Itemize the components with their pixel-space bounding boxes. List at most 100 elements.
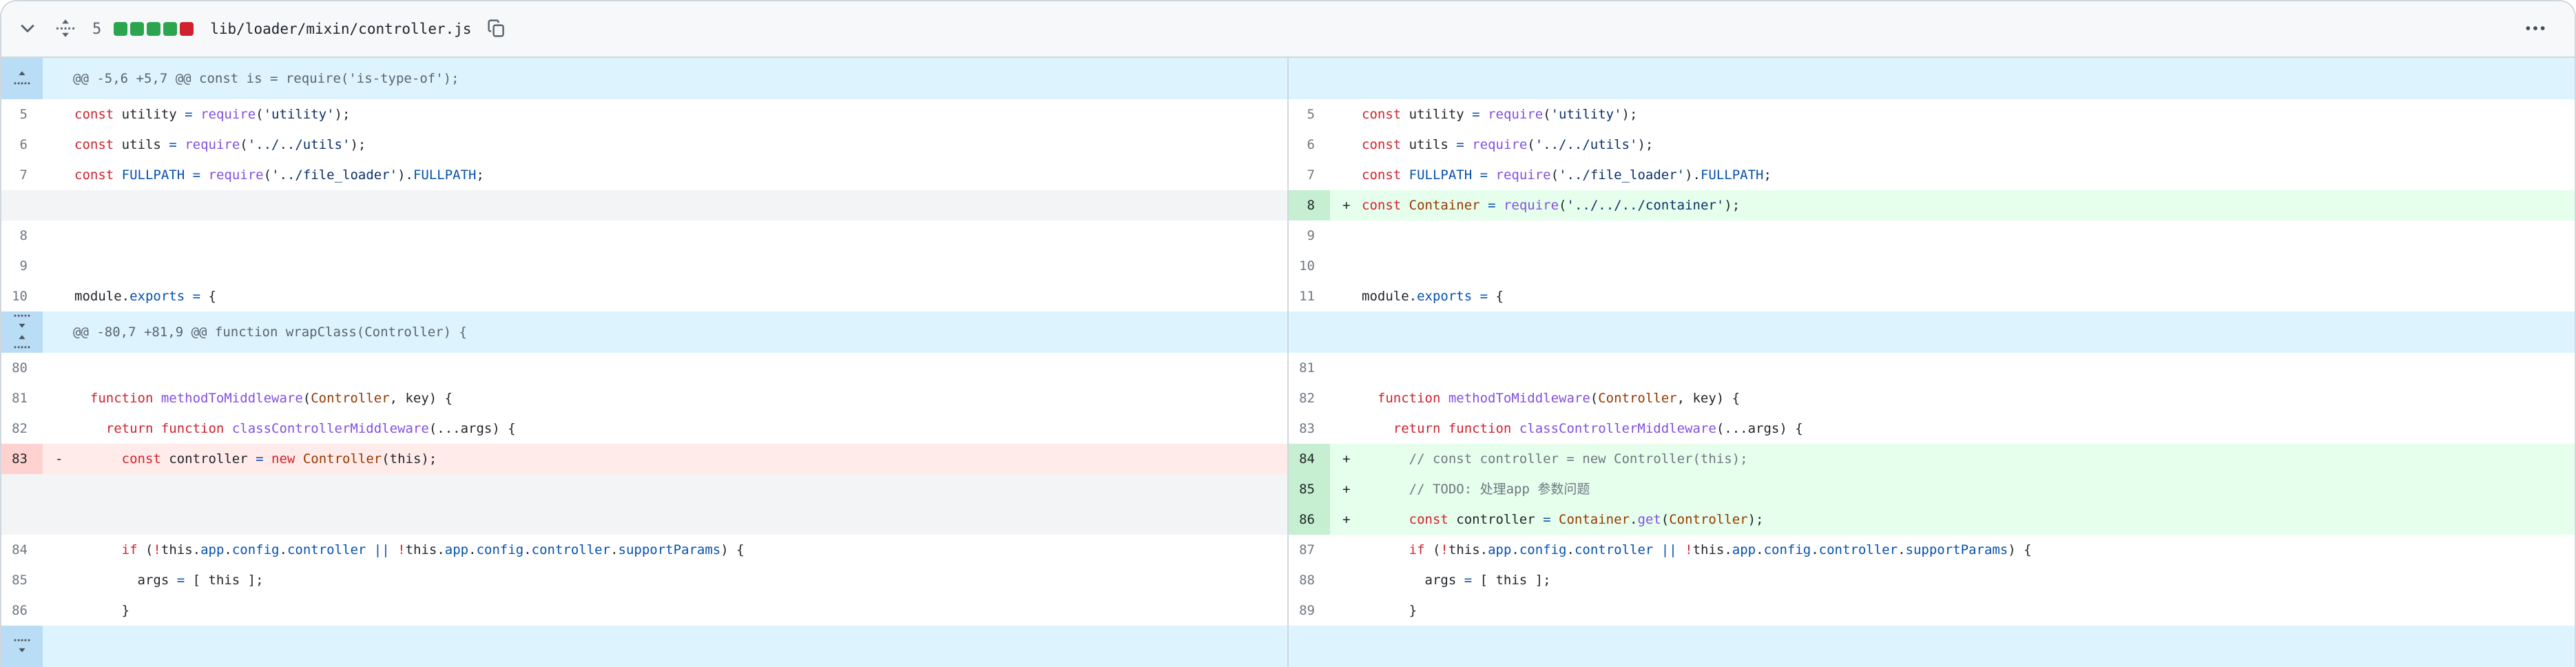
code-token: Controller	[1669, 512, 1747, 527]
collapse-file-button[interactable]	[15, 16, 40, 43]
code-token: (this);	[382, 451, 437, 466]
line-number[interactable]: 82	[1289, 383, 1330, 413]
code-token: (	[1551, 167, 1559, 183]
code-token: (	[1661, 512, 1669, 527]
left-pane	[1, 474, 1287, 504]
code-token: =	[1472, 107, 1479, 122]
expand-down-button[interactable]	[1, 626, 43, 667]
code-token: FULLPATH	[1701, 167, 1764, 183]
line-number[interactable]: 10	[1, 281, 43, 311]
line-number[interactable]: 89	[1289, 595, 1330, 626]
code-token: utils	[1401, 137, 1456, 152]
line-number[interactable]: 81	[1289, 353, 1330, 383]
code-token: if	[122, 542, 138, 557]
code-token: app	[200, 542, 224, 557]
line-number[interactable]: 8	[1, 220, 43, 251]
line-number[interactable]: 6	[1, 130, 43, 160]
fold-up-icon	[13, 69, 31, 89]
expand-up-button[interactable]	[1, 332, 43, 353]
line-number[interactable]: 9	[1, 251, 43, 281]
kebab-icon	[2524, 17, 2547, 42]
line-number[interactable]: 82	[1, 413, 43, 444]
code-token	[193, 107, 200, 122]
line-number[interactable]: 5	[1289, 99, 1330, 130]
line-code-cell: if (!this.app.config.controller || !this…	[1330, 535, 2575, 565]
code-token: =	[1488, 198, 1495, 213]
code-token: require	[1504, 198, 1559, 213]
code-token: config	[232, 542, 280, 557]
code-token: !	[153, 542, 160, 557]
code-token	[1440, 391, 1448, 406]
code-token: classControllerMiddleware	[232, 421, 429, 436]
line-number[interactable]: 80	[1, 353, 43, 383]
line-number[interactable]: 11	[1289, 281, 1330, 311]
code-token: controller	[1448, 512, 1543, 527]
code-token: '../../../container'	[1567, 198, 1725, 213]
code-token: const	[1362, 137, 1401, 152]
line-number[interactable]: 7	[1289, 160, 1330, 190]
line-number[interactable]: 84	[1289, 444, 1330, 474]
line-code-cell: const utility = require('utility');	[1330, 99, 2575, 130]
line-code: const utility = require('utility');	[1362, 99, 1637, 130]
line-number[interactable]: 86	[1, 595, 43, 626]
line-number[interactable]: 10	[1289, 251, 1330, 281]
code-token: , key) {	[390, 391, 453, 406]
code-token: FULLPATH	[1409, 167, 1473, 183]
line-number[interactable]: 85	[1289, 474, 1330, 504]
line-code-cell: +const Container = require('../../../con…	[1330, 190, 2575, 220]
diffstat-addition-square	[130, 22, 144, 36]
code-token: (	[303, 391, 311, 406]
line-code-cell: const FULLPATH = require('../file_loader…	[43, 160, 1287, 190]
copy-path-button[interactable]	[484, 16, 509, 43]
code-token: .	[1630, 512, 1637, 527]
line-code-cell	[43, 251, 1287, 281]
code-token: if	[1409, 542, 1425, 557]
line-number[interactable]: 8	[1289, 190, 1330, 220]
code-token: controller	[161, 451, 256, 466]
line-number[interactable]: 83	[1289, 413, 1330, 444]
fold-down-icon	[13, 637, 31, 657]
expand-up-button[interactable]	[1, 58, 43, 99]
code-token: args	[74, 573, 177, 588]
code-token: get	[1637, 512, 1661, 527]
line-number[interactable]: 81	[1, 383, 43, 413]
hunk-fill-cell	[1289, 626, 2575, 667]
left-pane	[1, 626, 1287, 667]
code-token: this.	[1448, 542, 1488, 557]
line-number[interactable]: 84	[1, 535, 43, 565]
line-code: // TODO: 处理app 参数问题	[1362, 474, 1590, 504]
line-number[interactable]: 5	[1, 99, 43, 130]
expand-down-button[interactable]	[1, 311, 43, 332]
code-token: .	[610, 542, 618, 557]
right-pane: 5 const utility = require('utility');	[1289, 99, 2575, 130]
line-number[interactable]: 9	[1289, 220, 1330, 251]
code-token: Controller	[1598, 391, 1676, 406]
file-options-button[interactable]	[2521, 14, 2550, 45]
left-line: 82 return function classControllerMiddle…	[1, 413, 1287, 444]
line-number[interactable]: 88	[1289, 565, 1330, 595]
line-number[interactable]: 6	[1289, 130, 1330, 160]
line-code-cell: - const controller = new Controller(this…	[43, 444, 1287, 474]
code-token: !	[1440, 542, 1448, 557]
left-pane: 7const FULLPATH = require('../file_loade…	[1, 160, 1287, 190]
line-number[interactable]: 86	[1289, 504, 1330, 535]
expand-all-hunks-button[interactable]	[52, 15, 79, 43]
code-token: );	[350, 137, 366, 152]
left-pane: 5const utility = require('utility');	[1, 99, 1287, 130]
line-number[interactable]: 87	[1289, 535, 1330, 565]
code-token: .	[523, 542, 531, 557]
right-pane: 9	[1289, 220, 2575, 251]
file-path: lib/loader/mixin/controller.js	[210, 21, 471, 37]
right-pane: 10	[1289, 251, 2575, 281]
code-token: .	[1898, 542, 1905, 557]
right-pane	[1289, 626, 2575, 667]
left-pane	[1, 190, 1287, 220]
line-number[interactable]: 7	[1, 160, 43, 190]
chevron-down-icon	[18, 19, 37, 40]
line-number[interactable]: 85	[1, 565, 43, 595]
code-token: ) {	[720, 542, 744, 557]
code-token: );	[1637, 137, 1653, 152]
line-number[interactable]: 83	[1, 444, 43, 474]
code-token: .	[468, 542, 476, 557]
code-token	[1362, 512, 1409, 527]
